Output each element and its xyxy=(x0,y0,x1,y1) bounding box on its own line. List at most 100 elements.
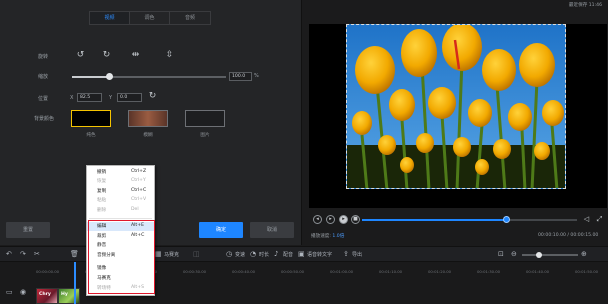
playback-speed[interactable]: 播放速度: 1.0倍 xyxy=(311,233,344,239)
rotate-left-icon[interactable]: ↺ xyxy=(76,51,85,60)
menu-item-label: 转场特 xyxy=(97,286,111,291)
menu-item-shortcut: Ctrl+C xyxy=(131,188,147,193)
tick-label: 00:01:10.00 xyxy=(379,269,403,274)
next-frame-button[interactable]: ▸ xyxy=(326,215,335,224)
swatch-blur[interactable] xyxy=(128,110,168,127)
menu-item-label: 音频分离 xyxy=(97,253,116,258)
scale-slider-thumb[interactable] xyxy=(105,73,113,80)
menu-item-crop[interactable]: 裁剪 Alt+C xyxy=(87,232,154,241)
tick-label: 00:01:50.00 xyxy=(575,269,599,274)
track-visibility-icon[interactable]: ◉ xyxy=(20,288,26,296)
export-icon[interactable]: ⇪ xyxy=(343,250,349,258)
tick-label: 00:01:00.00 xyxy=(330,269,354,274)
menu-item-shortcut: Del xyxy=(131,207,139,212)
tick-label: 00:01:40.00 xyxy=(526,269,550,274)
redo-icon[interactable]: ↷ xyxy=(20,250,26,258)
scale-slider[interactable] xyxy=(72,73,226,80)
delete-icon[interactable]: 🗑 xyxy=(70,250,79,258)
flip-horizontal-icon[interactable]: ⇹ xyxy=(131,51,140,60)
timeline-clip-chrysanthemum[interactable]: Chry xyxy=(36,288,58,304)
reset-button[interactable]: 重置 xyxy=(6,222,50,238)
video-frame-tulips[interactable] xyxy=(346,24,566,189)
speed-value[interactable]: 1.0倍 xyxy=(332,234,344,239)
menu-item-shortcut: Ctrl+Y xyxy=(131,178,146,183)
playback-progress-thumb[interactable] xyxy=(503,216,511,223)
stop-button[interactable]: ■ xyxy=(351,215,360,224)
clip-label: Hy xyxy=(61,292,68,297)
tulips-image xyxy=(347,25,565,188)
toolbar-mosaic[interactable]: 马赛克 xyxy=(164,251,179,258)
menu-item-edit[interactable]: 编辑 Alt+E xyxy=(87,222,154,231)
undo-icon[interactable]: ↶ xyxy=(6,250,12,258)
swatch-solid[interactable] xyxy=(71,110,111,127)
previous-frame-button[interactable]: ◂ xyxy=(313,215,322,224)
freeze-icon: ◫ xyxy=(193,250,200,258)
scale-slider-fill xyxy=(72,76,109,78)
toolbar-voiceover[interactable]: 配音 xyxy=(283,251,293,258)
menu-item-label: 静音 xyxy=(97,243,107,248)
swatch-blur-label: 模糊 xyxy=(143,133,153,138)
zoom-slider[interactable] xyxy=(522,252,578,258)
speed-icon[interactable]: ◷ xyxy=(226,250,232,258)
zoom-slider-thumb[interactable] xyxy=(536,252,542,258)
swatch-image[interactable] xyxy=(185,110,225,127)
reset-position-icon[interactable]: ↻ xyxy=(148,92,157,101)
autosave-status: 最近保存 11:46 xyxy=(568,3,602,8)
fit-timeline-icon[interactable]: ⊡ xyxy=(498,250,504,258)
duration-icon[interactable]: ◔ xyxy=(250,250,256,258)
x-label: X xyxy=(70,95,74,101)
x-input[interactable]: 82.5 xyxy=(77,93,102,102)
scale-input[interactable]: 100.0 xyxy=(229,72,252,81)
menu-item-mute[interactable]: 静音 xyxy=(87,241,154,250)
tab-audio[interactable]: 音频 xyxy=(170,12,210,24)
split-icon[interactable]: ✂ xyxy=(34,250,40,258)
swatch-image-label: 图片 xyxy=(200,133,210,138)
ok-button[interactable]: 确定 xyxy=(199,222,243,238)
timecode: 00:00:10.00 / 00:00:15.00 xyxy=(538,233,599,238)
toolbar-duration[interactable]: 时长 xyxy=(259,251,269,258)
y-label: Y xyxy=(109,95,113,101)
timeline-clip-hydrangeas[interactable]: Hy xyxy=(58,288,80,304)
menu-item-redo: 恢复 Ctrl+Y xyxy=(87,177,154,186)
menu-separator xyxy=(89,218,152,219)
rotate-right-icon[interactable]: ↻ xyxy=(102,51,111,60)
menu-item-undo[interactable]: 撤销 Ctrl+Z xyxy=(87,168,154,177)
flip-vertical-icon[interactable]: ⇳ xyxy=(165,51,174,60)
menu-item-shortcut: Alt+S xyxy=(131,285,144,290)
tab-color[interactable]: 调色 xyxy=(130,12,170,24)
menu-item-mirror[interactable]: 镜像 xyxy=(87,264,154,273)
fullscreen-icon[interactable]: ⤢ xyxy=(595,215,604,224)
zoom-out-icon[interactable]: ⊖ xyxy=(511,250,517,258)
cancel-button[interactable]: 取消 xyxy=(250,222,294,238)
menu-item-label: 恢复 xyxy=(97,179,107,184)
zoom-in-icon[interactable]: ⊕ xyxy=(581,250,587,258)
menu-item-mosaic[interactable]: 马赛克 xyxy=(87,274,154,283)
rotate-label: 旋转 xyxy=(38,54,49,60)
volume-icon[interactable]: ◁ xyxy=(582,215,591,224)
toolbar-speed[interactable]: 变速 xyxy=(235,251,245,258)
y-input[interactable]: 0.0 xyxy=(117,93,142,102)
swatch-solid-label: 纯色 xyxy=(86,133,96,138)
edit-tabs: 视频 调色 音频 xyxy=(89,11,211,25)
play-button[interactable]: ▸ xyxy=(339,215,348,224)
tick-label: 00:00:00.00 xyxy=(36,269,60,274)
toolbar-speech-to-text[interactable]: 语音转文字 xyxy=(307,251,332,258)
microphone-icon[interactable]: ♪ xyxy=(274,250,278,258)
tab-video[interactable]: 视频 xyxy=(90,12,130,24)
menu-item-copy[interactable]: 复制 Ctrl+C xyxy=(87,187,154,196)
timeline-playhead[interactable] xyxy=(74,262,76,304)
speed-label: 播放速度: xyxy=(311,234,331,239)
menu-item-shortcut: Ctrl+Z xyxy=(131,169,147,174)
tick-label: 00:01:20.00 xyxy=(428,269,452,274)
menu-item-shortcut: Ctrl+V xyxy=(131,197,147,202)
menu-item-label: 复制 xyxy=(97,189,107,194)
menu-item-detach-audio[interactable]: 音频分离 xyxy=(87,251,154,260)
playback-progress[interactable] xyxy=(362,216,577,223)
tick-label: 00:00:50.00 xyxy=(281,269,305,274)
mosaic-icon[interactable]: ▦ xyxy=(155,250,162,258)
toolbar-export[interactable]: 导出 xyxy=(352,251,362,258)
scale-label: 缩放 xyxy=(38,74,49,80)
menu-item-label: 粘贴 xyxy=(97,198,107,203)
menu-item-transition: 转场特 Alt+S xyxy=(87,284,154,293)
speech-to-text-icon[interactable]: ▣ xyxy=(298,250,305,258)
